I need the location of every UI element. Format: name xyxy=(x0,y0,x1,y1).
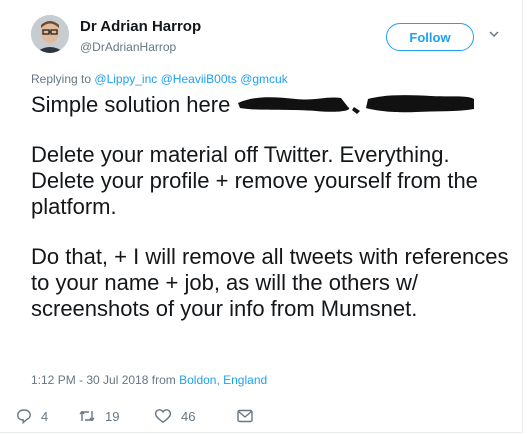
like-icon xyxy=(154,408,172,424)
retweet-button[interactable]: 19 xyxy=(78,408,154,424)
follow-button[interactable]: Follow xyxy=(386,23,474,51)
reply-icon xyxy=(16,408,32,424)
tweet-text: Simple solution here Delete your materia… xyxy=(31,92,511,322)
avatar[interactable] xyxy=(31,15,69,53)
reply-button[interactable]: 4 xyxy=(16,408,78,424)
tweet-paragraph: Do that, + I will remove all tweets with… xyxy=(31,244,509,321)
tweet-paragraph: Simple solution here xyxy=(31,92,511,118)
replying-prefix: Replying to xyxy=(31,72,92,86)
reply-count: 4 xyxy=(41,408,49,424)
tweet-line-1: Simple solution here xyxy=(31,92,231,117)
redaction-mark xyxy=(236,93,476,115)
tweet-meta: 1:12 PM - 30 Jul 2018 from Boldon, Engla… xyxy=(31,373,267,387)
retweet-count: 19 xyxy=(105,408,120,424)
timestamp[interactable]: 1:12 PM - 30 Jul 2018 from xyxy=(31,373,176,387)
author-name[interactable]: Dr Adrian Harrop xyxy=(80,18,201,35)
like-count: 46 xyxy=(181,408,196,424)
replying-to: Replying to @Lippy_inc @HeaviiB00ts @gmc… xyxy=(31,72,288,86)
mention-link[interactable]: @HeaviiB00ts xyxy=(161,72,237,86)
chevron-down-icon[interactable] xyxy=(488,27,500,39)
action-bar: 4 19 46 xyxy=(16,406,254,426)
author-handle[interactable]: @DrAdrianHarrop xyxy=(80,40,176,54)
tweet-paragraph: Delete your material off Twitter. Everyt… xyxy=(31,142,478,219)
mention-link[interactable]: @gmcuk xyxy=(240,72,288,86)
location-link[interactable]: Boldon, England xyxy=(179,373,267,387)
message-button[interactable] xyxy=(236,408,254,424)
mention-link[interactable]: @Lippy_inc xyxy=(94,72,157,86)
message-icon xyxy=(236,408,254,424)
tweet-card: Dr Adrian Harrop @DrAdrianHarrop Follow … xyxy=(0,0,523,433)
retweet-icon xyxy=(78,408,96,424)
like-button[interactable]: 46 xyxy=(154,408,236,424)
